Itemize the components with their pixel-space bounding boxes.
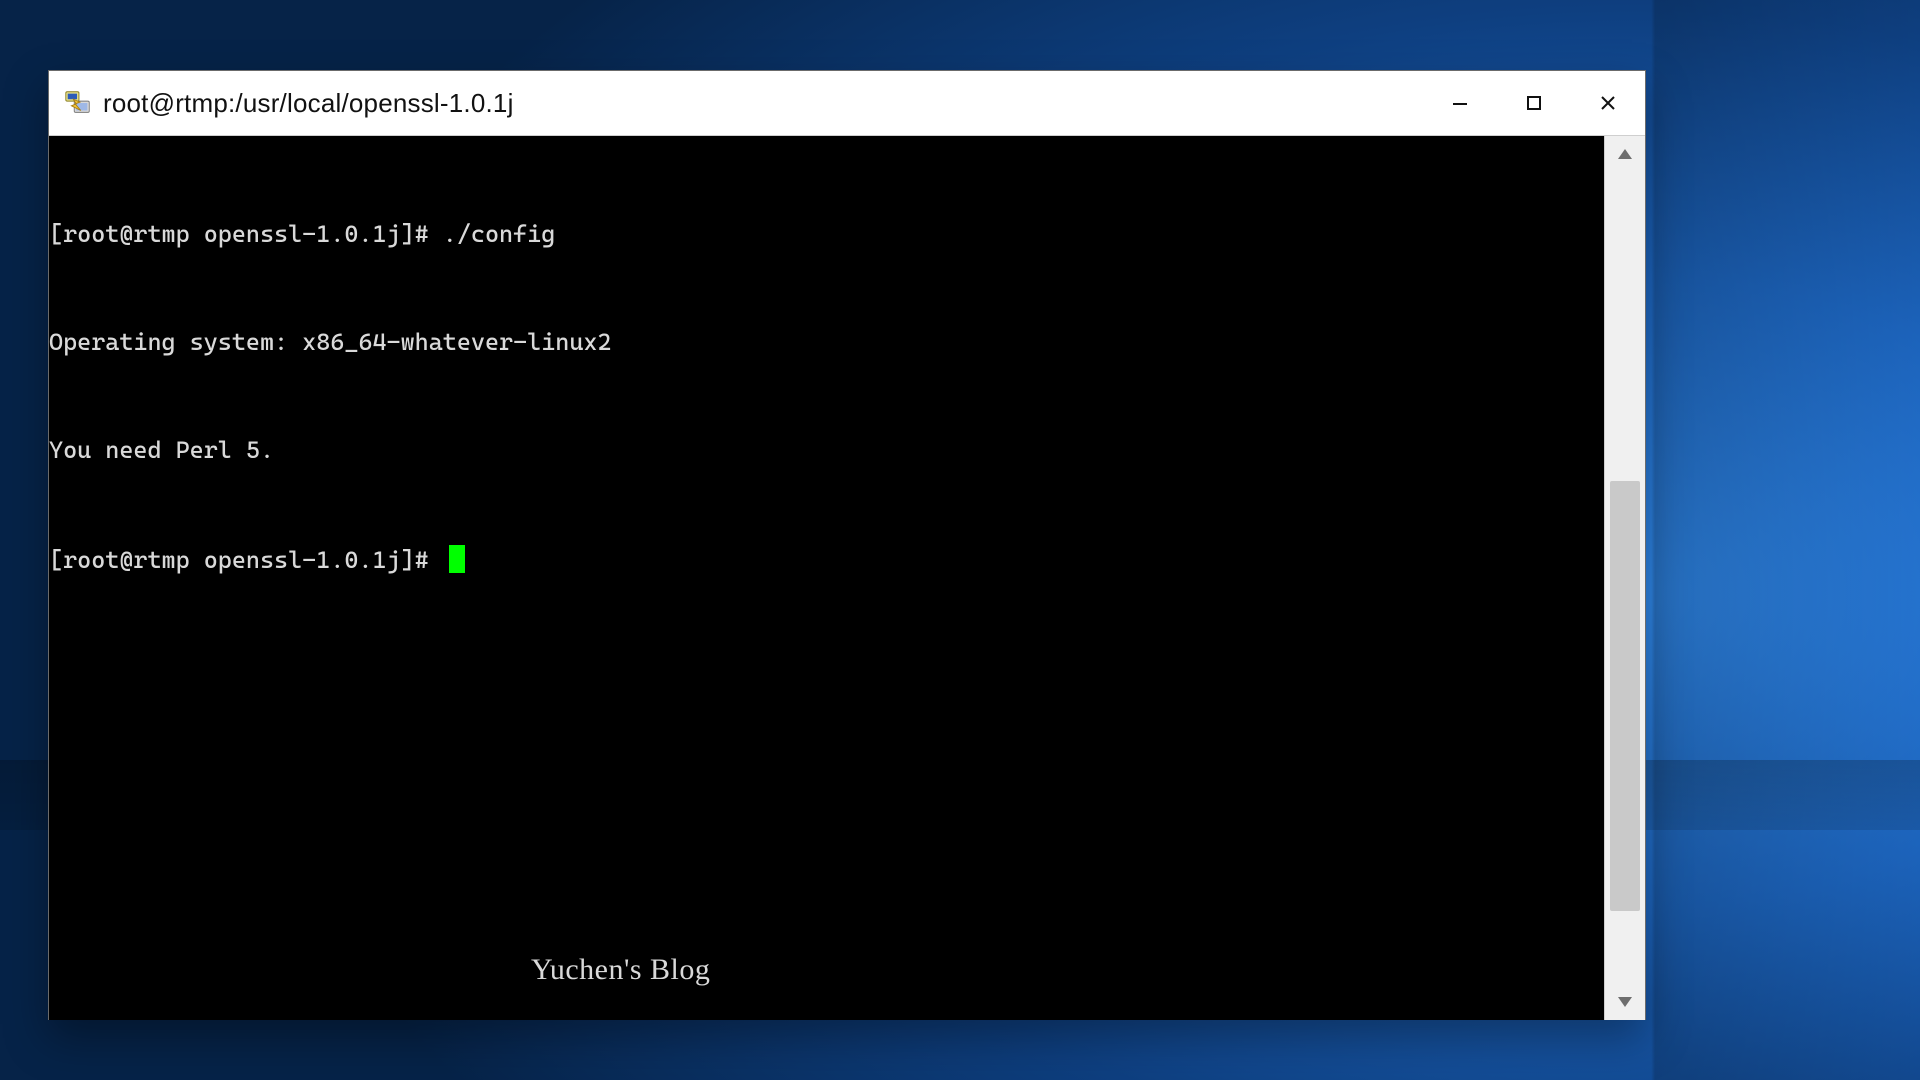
watermark-text: Yuchen's Blog: [531, 952, 710, 988]
putty-window: root@rtmp:/usr/local/openssl-1.0.1j [roo…: [48, 70, 1646, 1020]
close-icon: [1598, 93, 1618, 113]
titlebar[interactable]: root@rtmp:/usr/local/openssl-1.0.1j: [49, 71, 1645, 136]
terminal-line: [root@rtmp openssl-1.0.1j]#: [49, 540, 1604, 578]
close-button[interactable]: [1571, 71, 1645, 135]
cursor-block: [449, 545, 465, 573]
maximize-button[interactable]: [1497, 71, 1571, 135]
chevron-up-icon: [1618, 149, 1632, 159]
terminal-prompt: [root@rtmp openssl-1.0.1j]#: [49, 546, 443, 574]
terminal-line: You need Perl 5.: [49, 432, 1604, 468]
vertical-scrollbar[interactable]: [1604, 136, 1645, 1020]
scrollbar-thumb[interactable]: [1610, 481, 1640, 911]
putty-icon: [63, 88, 93, 118]
terminal-line: [root@rtmp openssl-1.0.1j]# ./config: [49, 216, 1604, 252]
terminal-output[interactable]: [root@rtmp openssl-1.0.1j]# ./config Ope…: [49, 136, 1604, 1020]
minimize-button[interactable]: [1423, 71, 1497, 135]
maximize-icon: [1524, 93, 1544, 113]
window-controls: [1423, 71, 1645, 135]
chevron-down-icon: [1618, 997, 1632, 1007]
terminal-line: Operating system: x86_64-whatever-linux2: [49, 324, 1604, 360]
scrollbar-track[interactable]: [1605, 172, 1645, 984]
client-area: [root@rtmp openssl-1.0.1j]# ./config Ope…: [49, 136, 1645, 1020]
window-title: root@rtmp:/usr/local/openssl-1.0.1j: [103, 88, 514, 119]
scroll-up-button[interactable]: [1605, 136, 1645, 172]
minimize-icon: [1450, 93, 1470, 113]
scroll-down-button[interactable]: [1605, 984, 1645, 1020]
